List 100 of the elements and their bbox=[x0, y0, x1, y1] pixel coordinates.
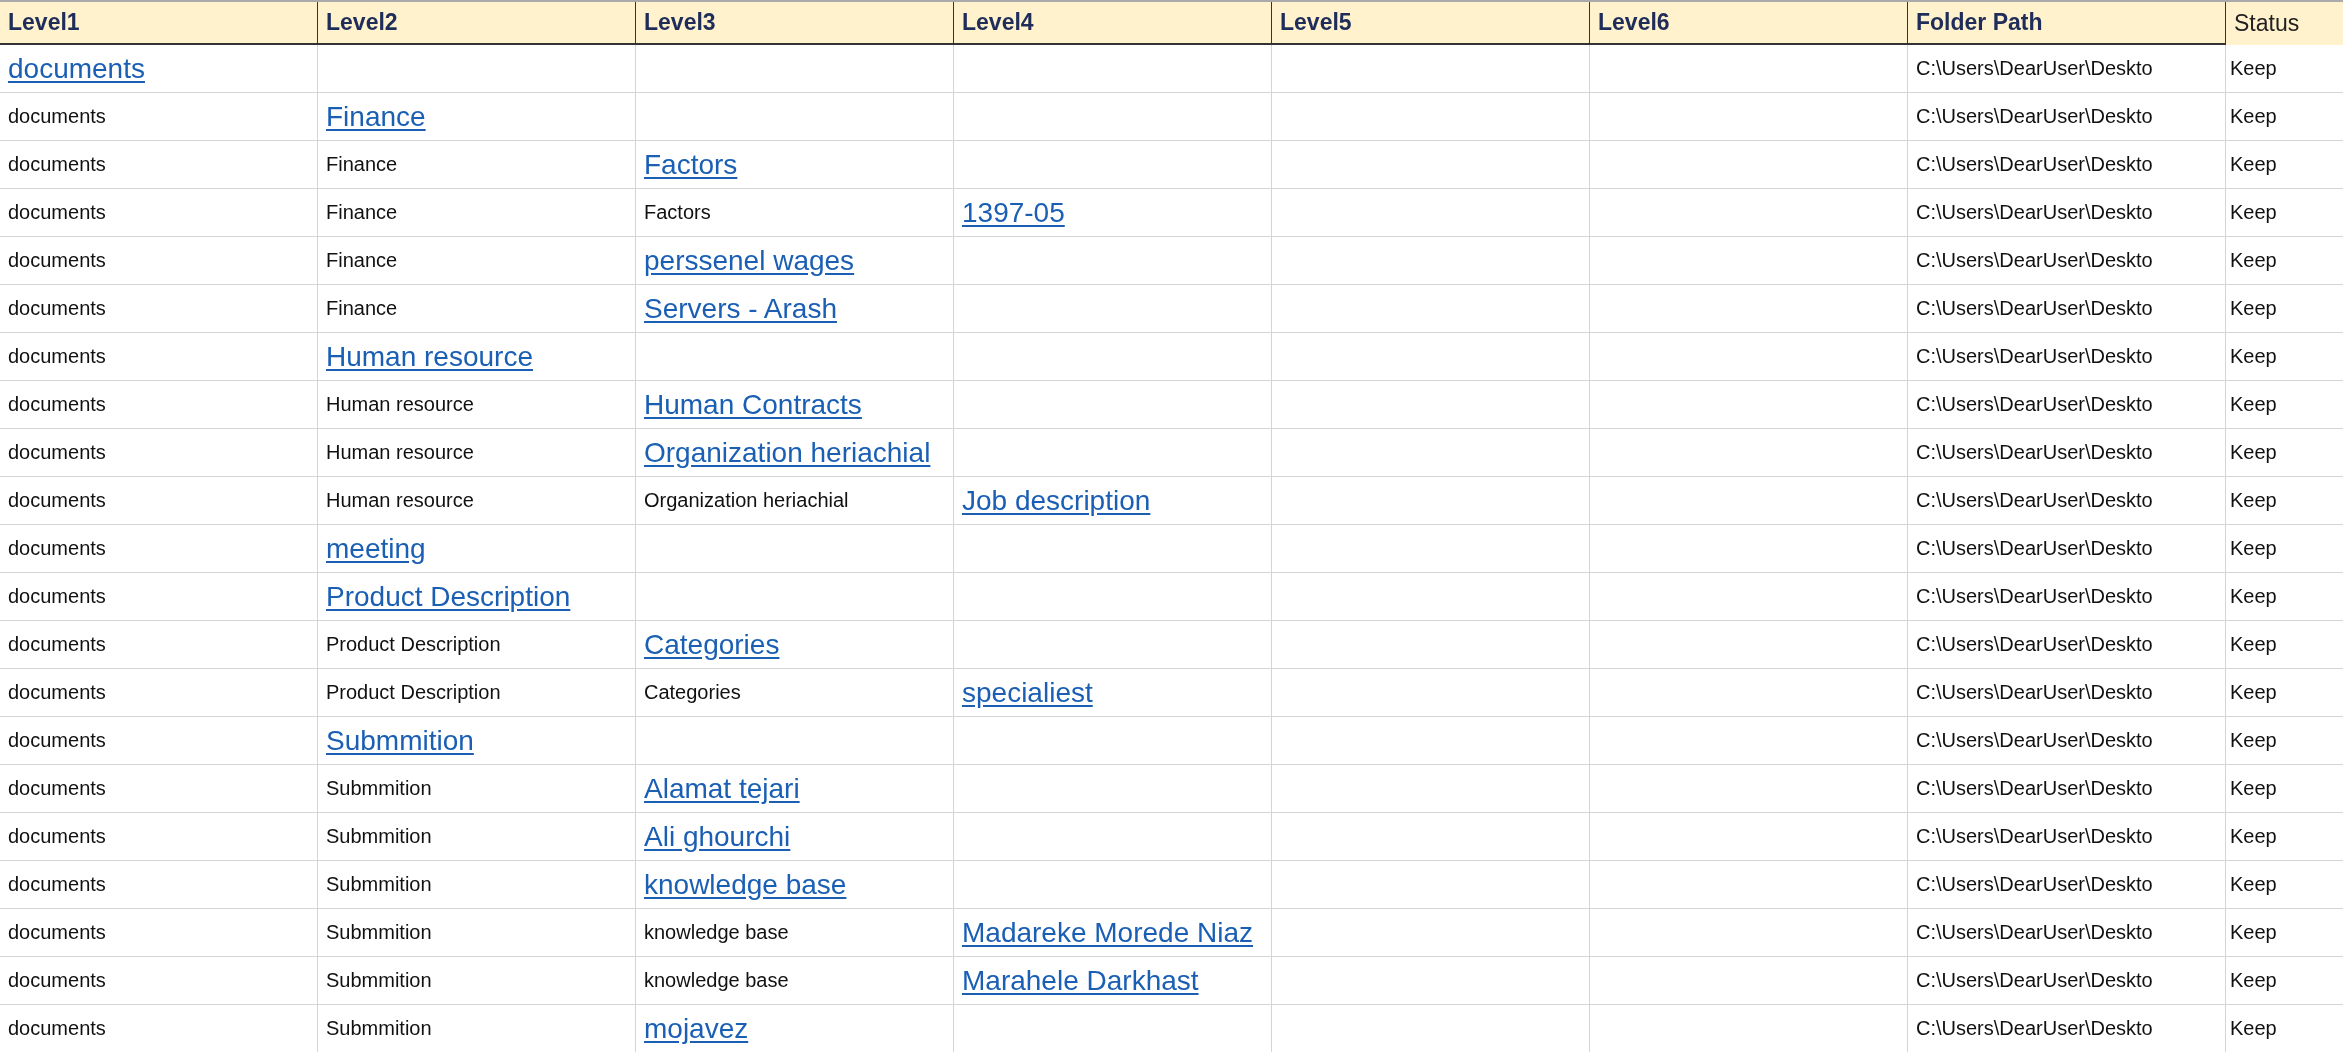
table-cell: C:\Users\DearUser\Deskto bbox=[1908, 525, 2226, 573]
folder-link[interactable]: meeting bbox=[326, 532, 426, 565]
table-cell: Keep bbox=[2226, 141, 2343, 189]
folder-link[interactable]: Human resource bbox=[326, 340, 533, 373]
table-cell: C:\Users\DearUser\Deskto bbox=[1908, 477, 2226, 525]
column-header: Level5 bbox=[1272, 2, 1590, 45]
folder-link[interactable]: Ali ghourchi bbox=[644, 820, 791, 853]
table-cell: documents bbox=[0, 861, 318, 909]
folder-link[interactable]: mojavez bbox=[644, 1012, 749, 1045]
table-cell: C:\Users\DearUser\Deskto bbox=[1908, 861, 2226, 909]
table-cell: knowledge base bbox=[636, 909, 954, 957]
table-cell: documents bbox=[0, 381, 318, 429]
table-cell: Product Description bbox=[318, 669, 636, 717]
table-cell: Keep bbox=[2226, 717, 2343, 765]
table-cell: documents bbox=[0, 525, 318, 573]
table-cell: Finance bbox=[318, 285, 636, 333]
table-cell: Finance bbox=[318, 237, 636, 285]
table-cell: documents bbox=[0, 669, 318, 717]
folder-link[interactable]: Factors bbox=[644, 148, 738, 181]
table-cell: knowledge base bbox=[636, 957, 954, 1005]
table-cell: C:\Users\DearUser\Deskto bbox=[1908, 189, 2226, 237]
table-cell: Keep bbox=[2226, 93, 2343, 141]
folder-link[interactable]: documents bbox=[8, 52, 145, 85]
table-cell: documents bbox=[0, 429, 318, 477]
table-cell: documents bbox=[0, 333, 318, 381]
table-cell: Keep bbox=[2226, 189, 2343, 237]
table-cell: Keep bbox=[2226, 765, 2343, 813]
table-cell: Categories bbox=[636, 669, 954, 717]
table-cell: C:\Users\DearUser\Deskto bbox=[1908, 285, 2226, 333]
column-header: Level6 bbox=[1590, 2, 1908, 45]
table-cell: Keep bbox=[2226, 957, 2343, 1005]
folder-link[interactable]: knowledge base bbox=[644, 868, 847, 901]
table-cell: Product Description bbox=[318, 621, 636, 669]
folder-link[interactable]: Product Description bbox=[326, 580, 571, 613]
table-cell: documents bbox=[0, 189, 318, 237]
folder-link[interactable]: Madareke Morede Niaz bbox=[962, 916, 1254, 949]
folder-link[interactable]: Job description bbox=[962, 484, 1151, 517]
table-cell: Human resource bbox=[318, 381, 636, 429]
table-cell: C:\Users\DearUser\Deskto bbox=[1908, 621, 2226, 669]
table-cell: C:\Users\DearUser\Deskto bbox=[1908, 957, 2226, 1005]
folder-link[interactable]: Categories bbox=[644, 628, 780, 661]
table-cell: C:\Users\DearUser\Deskto bbox=[1908, 813, 2226, 861]
table-cell: C:\Users\DearUser\Deskto bbox=[1908, 669, 2226, 717]
table-cell: Submmition bbox=[318, 861, 636, 909]
folder-link[interactable]: Marahele Darkhast bbox=[962, 964, 1199, 997]
column-header: Level3 bbox=[636, 2, 954, 45]
folder-link[interactable]: specialiest bbox=[962, 676, 1093, 709]
table-cell: documents bbox=[0, 477, 318, 525]
column-header: Level1 bbox=[0, 2, 318, 45]
table-cell: Keep bbox=[2226, 1005, 2343, 1052]
table-cell: C:\Users\DearUser\Deskto bbox=[1908, 1005, 2226, 1052]
table-cell: Keep bbox=[2226, 813, 2343, 861]
table-cell: Keep bbox=[2226, 429, 2343, 477]
table-cell: C:\Users\DearUser\Deskto bbox=[1908, 45, 2226, 93]
table-cell: documents bbox=[0, 1005, 318, 1052]
table-cell: Keep bbox=[2226, 861, 2343, 909]
table-cell: Keep bbox=[2226, 909, 2343, 957]
table-cell: Organization heriachial bbox=[636, 477, 954, 525]
table-cell: Keep bbox=[2226, 669, 2343, 717]
folder-link[interactable]: 1397-05 bbox=[962, 196, 1065, 229]
table-cell: C:\Users\DearUser\Deskto bbox=[1908, 333, 2226, 381]
table-cell: documents bbox=[0, 285, 318, 333]
folder-link[interactable]: Servers - Arash bbox=[644, 292, 837, 325]
table-cell: C:\Users\DearUser\Deskto bbox=[1908, 429, 2226, 477]
table-cell: C:\Users\DearUser\Deskto bbox=[1908, 93, 2226, 141]
table-cell: documents bbox=[0, 813, 318, 861]
column-header: Status bbox=[2226, 2, 2343, 45]
column-header: Folder Path bbox=[1908, 2, 2226, 45]
folder-link[interactable]: Submmition bbox=[326, 724, 474, 757]
table-cell: Submmition bbox=[318, 909, 636, 957]
folder-link[interactable]: Finance bbox=[326, 100, 426, 133]
table-cell: Submmition bbox=[318, 1005, 636, 1052]
table-cell: Keep bbox=[2226, 333, 2343, 381]
table-cell: documents bbox=[0, 621, 318, 669]
table-cell: C:\Users\DearUser\Deskto bbox=[1908, 573, 2226, 621]
folder-link[interactable]: perssenel wages bbox=[644, 244, 855, 277]
table-cell: documents bbox=[0, 717, 318, 765]
table-cell: Keep bbox=[2226, 621, 2343, 669]
table-cell: Human resource bbox=[318, 429, 636, 477]
table-cell: C:\Users\DearUser\Deskto bbox=[1908, 381, 2226, 429]
folder-link[interactable]: Organization heriachial bbox=[644, 436, 931, 469]
table-cell: documents bbox=[0, 141, 318, 189]
table-cell: documents bbox=[0, 765, 318, 813]
table-cell: documents bbox=[0, 573, 318, 621]
table-cell: Keep bbox=[2226, 525, 2343, 573]
table-cell: Keep bbox=[2226, 237, 2343, 285]
table-cell: documents bbox=[0, 957, 318, 1005]
table-cell: Keep bbox=[2226, 381, 2343, 429]
table-cell: C:\Users\DearUser\Deskto bbox=[1908, 141, 2226, 189]
table-cell: Keep bbox=[2226, 573, 2343, 621]
table-cell: documents bbox=[0, 237, 318, 285]
folder-link[interactable]: Alamat tejari bbox=[644, 772, 800, 805]
table-cell: Human resource bbox=[318, 477, 636, 525]
folder-link[interactable]: Human Contracts bbox=[644, 388, 862, 421]
table-cell: C:\Users\DearUser\Deskto bbox=[1908, 909, 2226, 957]
table-cell: Finance bbox=[318, 141, 636, 189]
column-header: Level4 bbox=[954, 2, 1272, 45]
table-cell: Submmition bbox=[318, 957, 636, 1005]
table-cell: C:\Users\DearUser\Deskto bbox=[1908, 717, 2226, 765]
table-cell: Finance bbox=[318, 189, 636, 237]
